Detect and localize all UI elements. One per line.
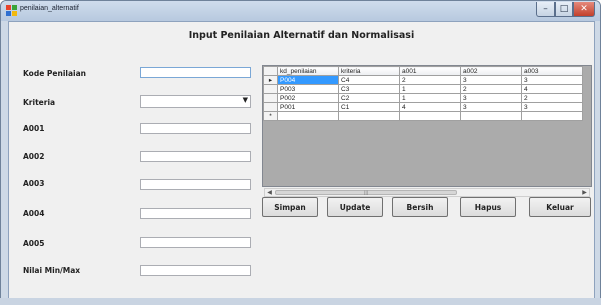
label-a003: A003 xyxy=(23,179,45,188)
new-row-indicator[interactable]: * xyxy=(263,111,278,121)
hapus-button[interactable]: Hapus xyxy=(460,197,516,217)
simpan-button[interactable]: Simpan xyxy=(262,197,318,217)
grid-cell[interactable]: 2 xyxy=(521,93,583,103)
taskbar-strip xyxy=(0,298,601,305)
table-row[interactable]: P003 C3 1 2 4 xyxy=(263,84,583,94)
penilaian-data-grid[interactable]: kd_penilaian kriteria a001 a002 a003 ▸ P… xyxy=(262,65,592,187)
column-header-a002[interactable]: a002 xyxy=(460,66,522,76)
row-header[interactable] xyxy=(263,102,278,112)
grid-table: kd_penilaian kriteria a001 a002 a003 ▸ P… xyxy=(263,66,583,121)
grid-cell[interactable] xyxy=(521,111,583,121)
row-header-corner[interactable] xyxy=(263,66,278,76)
grid-cell[interactable]: 2 xyxy=(460,84,522,94)
scroll-right-icon[interactable]: ▶ xyxy=(580,189,589,196)
scroll-left-icon[interactable]: ◀ xyxy=(265,189,274,196)
keluar-button[interactable]: Keluar xyxy=(529,197,591,217)
grid-cell[interactable]: P004 xyxy=(277,75,339,85)
maximize-icon: □ xyxy=(559,4,569,14)
app-icon xyxy=(6,5,17,16)
column-header-kd-penilaian[interactable]: kd_penilaian xyxy=(277,66,339,76)
grid-cell[interactable]: 4 xyxy=(399,102,461,112)
table-row[interactable]: P001 C1 4 3 3 xyxy=(263,102,583,112)
grid-cell[interactable]: C2 xyxy=(338,93,400,103)
grid-cell[interactable]: 1 xyxy=(399,84,461,94)
a003-input[interactable] xyxy=(140,179,251,190)
update-button[interactable]: Update xyxy=(327,197,383,217)
grid-cell[interactable]: P003 xyxy=(277,84,339,94)
grid-cell[interactable] xyxy=(277,111,339,121)
nilai-min-max-input[interactable] xyxy=(140,265,251,276)
form-heading: Input Penilaian Alternatif dan Normalisa… xyxy=(188,30,415,41)
table-row[interactable]: P002 C2 1 3 2 xyxy=(263,93,583,103)
a005-input[interactable] xyxy=(140,237,251,248)
grid-cell[interactable]: 3 xyxy=(521,102,583,112)
grid-cell[interactable]: 3 xyxy=(460,93,522,103)
grid-cell[interactable]: P002 xyxy=(277,93,339,103)
chevron-down-icon[interactable]: ▼ xyxy=(243,96,248,104)
label-a001: A001 xyxy=(23,124,45,133)
grid-cell[interactable]: 2 xyxy=(399,75,461,85)
minimize-button[interactable]: – xyxy=(536,2,555,17)
row-header[interactable] xyxy=(263,93,278,103)
a004-input[interactable] xyxy=(140,208,251,219)
grid-cell[interactable]: C3 xyxy=(338,84,400,94)
column-header-kriteria[interactable]: kriteria xyxy=(338,66,400,76)
kode-penilaian-input[interactable] xyxy=(140,67,251,78)
maximize-button[interactable]: □ xyxy=(555,2,573,17)
title-bar[interactable]: penilaian_alternatif – □ ✕ xyxy=(1,1,600,21)
table-row[interactable]: ▸ P004 C4 2 3 3 xyxy=(263,75,583,85)
grid-cell[interactable]: C4 xyxy=(338,75,400,85)
grid-cell[interactable]: 3 xyxy=(460,102,522,112)
row-header[interactable] xyxy=(263,84,278,94)
a001-input[interactable] xyxy=(140,123,251,134)
bersih-button[interactable]: Bersih xyxy=(392,197,448,217)
grid-cell[interactable]: 3 xyxy=(521,75,583,85)
minimize-icon: – xyxy=(543,4,548,14)
grid-cell[interactable] xyxy=(460,111,522,121)
a002-input[interactable] xyxy=(140,151,251,162)
form-window: penilaian_alternatif – □ ✕ Input Penilai… xyxy=(0,0,601,305)
current-row-indicator[interactable]: ▸ xyxy=(263,75,278,85)
kriteria-combobox[interactable]: ▼ xyxy=(140,95,251,108)
label-kriteria: Kriteria xyxy=(23,98,56,107)
grid-cell[interactable]: P001 xyxy=(277,102,339,112)
scrollbar-thumb[interactable]: ||| xyxy=(275,190,457,195)
label-a005: A005 xyxy=(23,239,45,248)
grid-cell[interactable]: 4 xyxy=(521,84,583,94)
grid-cell[interactable] xyxy=(338,111,400,121)
grid-cell[interactable]: 1 xyxy=(399,93,461,103)
label-a004: A004 xyxy=(23,209,45,218)
label-kode-penilaian: Kode Penilaian xyxy=(23,69,86,78)
form-client-area: Input Penilaian Alternatif dan Normalisa… xyxy=(8,21,595,299)
grid-horizontal-scrollbar[interactable]: ◀ ||| ▶ xyxy=(264,188,590,197)
grid-cell[interactable]: C1 xyxy=(338,102,400,112)
window-title: penilaian_alternatif xyxy=(20,5,79,12)
label-a002: A002 xyxy=(23,152,45,161)
grid-cell[interactable] xyxy=(399,111,461,121)
label-nilai-min-max: Nilai Min/Max xyxy=(23,266,81,275)
column-header-a003[interactable]: a003 xyxy=(521,66,583,76)
grid-cell[interactable]: 3 xyxy=(460,75,522,85)
grid-header-row: kd_penilaian kriteria a001 a002 a003 xyxy=(263,66,583,76)
new-row[interactable]: * xyxy=(263,111,583,121)
close-button[interactable]: ✕ xyxy=(573,2,595,17)
column-header-a001[interactable]: a001 xyxy=(399,66,461,76)
close-icon: ✕ xyxy=(580,4,588,14)
